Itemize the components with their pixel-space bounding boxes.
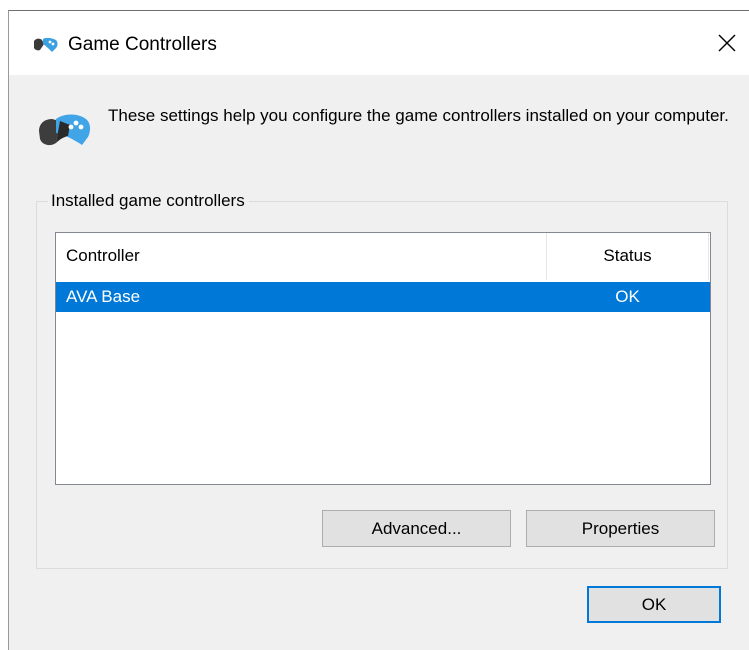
ok-button[interactable]: OK: [587, 586, 721, 623]
list-header: Controller Status: [56, 233, 710, 280]
window-title: Game Controllers: [68, 34, 217, 55]
column-divider[interactable]: [708, 233, 709, 280]
close-button[interactable]: [704, 25, 749, 65]
game-controller-large-icon: [36, 109, 92, 151]
title-bar: Game Controllers: [9, 11, 749, 75]
advanced-button[interactable]: Advanced...: [322, 510, 511, 547]
controller-status: OK: [615, 287, 640, 306]
installed-controllers-group: Installed game controllers Controller St…: [36, 190, 728, 569]
table-row[interactable]: AVA Base OK: [56, 282, 710, 312]
controller-name: AVA Base: [66, 287, 141, 306]
game-controllers-dialog: Game Controllers These settings help you…: [8, 10, 749, 650]
close-icon: [718, 34, 736, 57]
controllers-list[interactable]: Controller Status AVA Base OK: [55, 232, 711, 485]
description-text: These settings help you configure the ga…: [108, 106, 729, 125]
group-label: Installed game controllers: [48, 190, 249, 212]
column-header-controller[interactable]: Controller: [66, 245, 140, 267]
game-controller-icon: [31, 36, 59, 54]
column-header-status[interactable]: Status: [547, 245, 708, 267]
properties-button[interactable]: Properties: [526, 510, 715, 547]
